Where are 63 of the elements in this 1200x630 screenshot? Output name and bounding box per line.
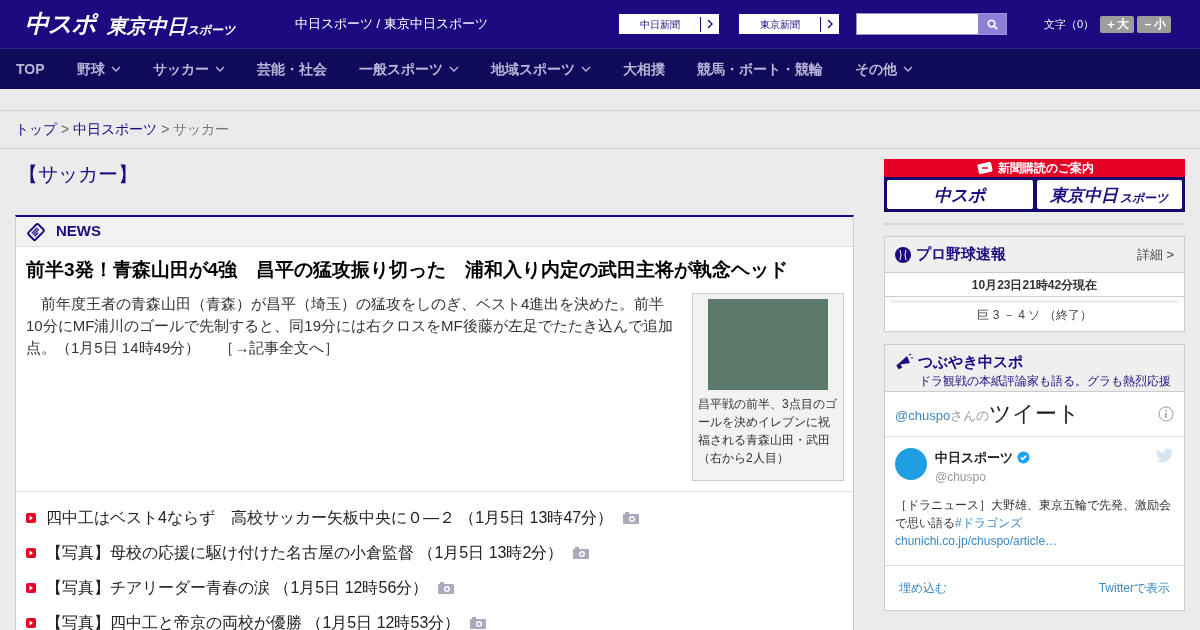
megaphone-icon: [895, 353, 913, 372]
search-button[interactable]: [978, 14, 1006, 34]
nav-tab[interactable]: サッカー: [152, 58, 225, 80]
embed-link[interactable]: 埋め込む: [899, 579, 947, 597]
logo-subtext: スポーツ: [187, 24, 236, 36]
site-title: 中日スポーツ / 東京中日スポーツ: [295, 15, 489, 34]
article-summary: 前年度王者の青森山田（青森）が昌平（埼玉）の猛攻をしのぎ、ベスト4進出を決めた。前半10分にMF浦川のゴールで先制すると、同19分には右クロスをMF後藤が左足でたたき込んで追加点。（1月5日 14時49分） ［→記事全文へ］: [26, 294, 674, 358]
nav-tab[interactable]: 野球: [76, 58, 121, 80]
detail-link[interactable]: 詳細 >: [1136, 244, 1174, 265]
search-icon: [986, 18, 998, 30]
subscription-button[interactable]: 中スポ: [887, 180, 1033, 209]
account-name[interactable]: 中日スポーツ: [935, 448, 1013, 468]
site-logo[interactable]: 東京中日: [107, 16, 188, 36]
panel-title: プロ野球速報: [916, 244, 1007, 265]
nav-tab[interactable]: 芸能・社会: [256, 58, 327, 80]
read-more-link[interactable]: ［→記事全文へ］: [219, 339, 340, 356]
banner-title: 新聞購読のご案内: [997, 160, 1094, 177]
site-logo[interactable]: 中スポ: [25, 12, 96, 36]
tweet-text: ［ドラニュース］大野雄、東京五輪で先発、激励会で思い語る#ドラゴンズ chunichi.co.jp/chuspo/article…: [895, 496, 1172, 550]
ticket-icon: [975, 162, 994, 174]
nav-tab[interactable]: 一般スポーツ: [358, 58, 459, 80]
external-site-link[interactable]: 東京新聞: [738, 13, 840, 35]
photo-caption: 昌平戦の前半、3点目のゴールを決めイレブンに祝福される青森山田・武田（右から2人目）: [698, 396, 838, 467]
bullet-icon: [26, 513, 36, 523]
game-score[interactable]: 巨 3 － 4 ソ （終了）: [885, 303, 1184, 331]
article-headline[interactable]: 前半3発！青森山田が4強 昌平の猛攻振り切った 浦和入り内定の武田主将が執念ヘッド: [26, 257, 843, 283]
nav-tab[interactable]: 地域スポーツ: [490, 58, 591, 80]
bullet-icon: [26, 583, 36, 593]
breadcrumb-separator: >: [161, 120, 170, 139]
newspaper-icon: [26, 221, 46, 242]
page-title: 【サッカー】: [18, 162, 139, 187]
handle-link[interactable]: @chuspo: [895, 405, 951, 425]
nav-tab[interactable]: その他: [854, 58, 913, 80]
view-on-twitter-link[interactable]: Twitterで表示: [1098, 579, 1170, 597]
update-time: 10月23日21時42分現在: [885, 273, 1184, 297]
panel-subtitle: ドラ観戦の本紙評論家も語る。グラも熱烈応援: [919, 373, 1172, 388]
news-link[interactable]: 【写真】母校の応援に駆け付けた名古屋の小倉監督 （1月5日 13時2分）: [46, 541, 564, 565]
news-link[interactable]: 【写真】チアリーダー青春の涙 （1月5日 12時56分）: [46, 576, 429, 600]
search-field[interactable]: [856, 13, 1007, 35]
bullet-icon: [26, 548, 36, 558]
news-link[interactable]: 四中工はベスト4ならず 高校サッカー矢板中央に０―２ （1月5日 13時47分）: [46, 506, 614, 530]
baseball-icon: [895, 246, 911, 263]
breadcrumb-separator: >: [61, 120, 70, 139]
panel-title: つぶやき中スポ: [918, 352, 1023, 372]
avatar-icon[interactable]: [895, 448, 927, 480]
nav-tab[interactable]: 競馬・ボート・競輪: [696, 58, 823, 80]
nav-tab[interactable]: 大相撲: [622, 58, 665, 80]
article-link[interactable]: chunichi.co.jp/chuspo/article…: [895, 533, 1058, 548]
info-icon[interactable]: [1158, 406, 1174, 422]
heading-prefix: さんの: [950, 407, 990, 425]
hashtag-link[interactable]: #ドラゴンズ: [955, 515, 1022, 530]
verified-badge-icon: [1017, 451, 1030, 465]
account-handle: @chuspo: [935, 468, 987, 486]
news-link[interactable]: 【写真】四中工と帝京の両校が優勝 （1月5日 12時53分）: [46, 611, 461, 630]
external-site-link[interactable]: 中日新聞: [618, 13, 720, 35]
tweets-heading: ツイート: [989, 403, 1081, 425]
breadcrumb-link[interactable]: 中日スポーツ: [73, 119, 158, 140]
subscription-button[interactable]: 東京中日スポーツ: [1036, 180, 1182, 209]
font-size-label: 文字（0）: [1044, 16, 1095, 32]
breadcrumb-current: サッカー: [173, 120, 230, 139]
breadcrumb-link[interactable]: トップ: [15, 119, 57, 140]
nav-tab[interactable]: TOP: [16, 58, 45, 80]
section-heading: NEWS: [56, 221, 101, 242]
